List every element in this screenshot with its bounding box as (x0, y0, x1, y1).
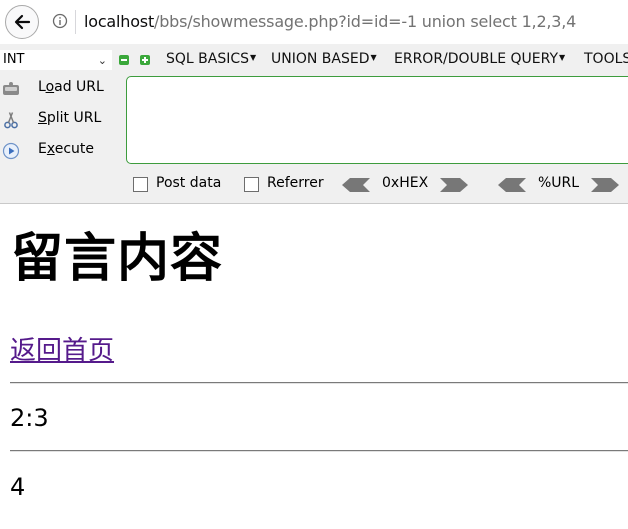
menu-tools[interactable]: TOOLS (584, 51, 628, 67)
execute-button[interactable]: Execute (0, 139, 118, 163)
post-data-label: Post data (156, 175, 222, 191)
hex-encode-arrow-icon[interactable] (440, 178, 468, 192)
query-output-line: 4 (10, 473, 26, 501)
referrer-checkbox[interactable] (244, 177, 259, 192)
hackbar-toolbar: INT ⌄ SQL BASICS▼ UNION BASED▼ ERROR/DOU… (0, 44, 628, 204)
plus-icon[interactable] (140, 55, 150, 65)
play-icon (2, 142, 20, 160)
url-host: localhost (84, 12, 155, 31)
arrow-left-icon (14, 14, 31, 30)
caret-down-icon: ▼ (370, 53, 377, 62)
split-url-button[interactable]: Split URL (0, 108, 118, 132)
menu-label: SQL BASICS (166, 51, 250, 67)
back-button[interactable] (5, 5, 39, 39)
url-encode-label: %URL (538, 175, 580, 191)
menu-sql-basics[interactable]: SQL BASICS▼ (166, 51, 256, 67)
menu-label: UNION BASED (271, 51, 370, 67)
caret-down-icon: ▼ (559, 53, 566, 62)
referrer-label: Referrer (267, 175, 324, 191)
url-path: /bbs/showmessage.php?id=id=-1 union sele… (154, 12, 577, 31)
divider (10, 450, 628, 452)
split-url-label: Split URL (38, 110, 102, 126)
menu-label: ERROR/DOUBLE QUERY (394, 51, 559, 67)
home-link[interactable]: 返回首页 (10, 334, 114, 368)
execute-label: Execute (38, 141, 95, 157)
page-title: 留言内容 (11, 229, 224, 289)
menu-error-double-query[interactable]: ERROR/DOUBLE QUERY▼ (394, 51, 565, 67)
type-select[interactable]: INT ⌄ (0, 50, 112, 70)
divider (10, 382, 628, 384)
chevron-down-icon: ⌄ (97, 54, 107, 67)
address-separator (75, 10, 76, 34)
scissors-icon (4, 112, 18, 129)
load-url-label: Load URL (38, 79, 104, 95)
menu-label: TOOLS (584, 51, 628, 67)
hex-label: 0xHEX (382, 175, 429, 191)
info-icon[interactable] (52, 13, 68, 29)
url-textarea[interactable] (126, 76, 628, 164)
url-field[interactable]: localhost/bbs/showmessage.php?id=id=-1 u… (84, 12, 576, 31)
load-url-icon (3, 82, 19, 95)
url-decode-arrow-icon[interactable] (498, 178, 526, 192)
url-encode-arrow-icon[interactable] (591, 178, 619, 192)
load-url-button[interactable]: Load URL (0, 77, 118, 101)
menu-union-based[interactable]: UNION BASED▼ (271, 51, 377, 67)
caret-down-icon: ▼ (250, 53, 257, 62)
query-output-line: 2:3 (10, 404, 49, 432)
minus-icon[interactable] (119, 55, 129, 65)
post-data-checkbox[interactable] (133, 177, 148, 192)
address-bar: localhost/bbs/showmessage.php?id=id=-1 u… (0, 0, 628, 44)
type-select-value: INT (3, 52, 25, 67)
hex-decode-arrow-icon[interactable] (342, 178, 370, 192)
